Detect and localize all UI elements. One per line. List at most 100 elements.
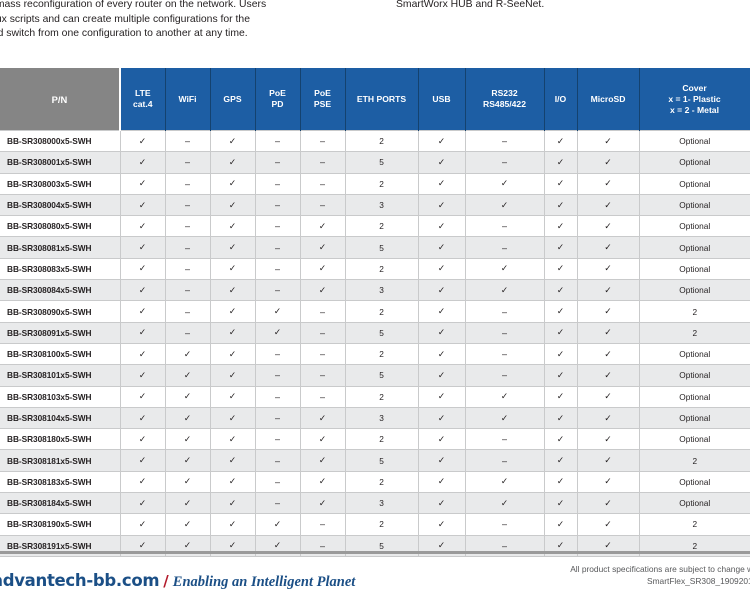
cell-rs232-rs485: ✓: [464, 471, 544, 494]
cell-poe-pd: –: [254, 407, 300, 430]
cell-rs232-rs485: –: [464, 300, 544, 323]
cell-io: ✓: [543, 194, 577, 217]
check-icon: ✓: [138, 199, 147, 210]
cell-wifi: ✓: [164, 364, 210, 387]
cell-poe-pse: ✓: [299, 492, 345, 515]
cell-gps: ✓: [209, 492, 255, 515]
cell-poe-pse: –: [299, 173, 345, 195]
cell-value: Optional: [679, 498, 711, 509]
company-website-link[interactable]: w.advantech-bb.com: [0, 571, 160, 590]
cell-value: Optional: [679, 242, 711, 253]
disclaimer-block: All product specifications are subject t…: [342, 563, 750, 588]
table-header-row: P/N LTE cat.4 WiFi GPS PoE PD PoE PSE ET…: [0, 68, 750, 131]
cell-microsd: ✓: [576, 173, 639, 195]
cell-poe-pd: –: [254, 279, 300, 302]
cell-value: 2: [692, 540, 698, 551]
cell-wifi: –: [164, 151, 210, 174]
cell-poe-pse: ✓: [299, 449, 345, 472]
table-row: BB-SR308081x5-SWH ✓ – ✓ – ✓ 5 ✓ – ✓ ✓ Optional: [0, 236, 750, 259]
check-icon: ✓: [138, 156, 147, 167]
brand-lockup: w.advantech-bb.com/Enabling an Intellige…: [0, 571, 355, 591]
cell-part-number: BB-SR308183x5-SWH: [0, 471, 120, 494]
table-row: BB-SR308090x5-SWH ✓ – ✓ ✓ – 2 ✓ – ✓ ✓ 2: [0, 300, 750, 323]
dash-icon: –: [274, 391, 280, 402]
cell-eth-ports: 5: [344, 151, 418, 174]
cell-lte: ✓: [119, 236, 165, 259]
check-icon: ✓: [138, 391, 147, 402]
table-row: BB-SR308080x5-SWH ✓ – ✓ – ✓ 2 ✓ – ✓ ✓ Optional: [0, 215, 750, 238]
cell-part-number: BB-SR308080x5-SWH: [0, 215, 120, 238]
cell-gps: ✓: [209, 129, 255, 153]
check-icon: ✓: [556, 199, 565, 210]
cell-poe-pse: –: [299, 513, 345, 536]
dash-icon: –: [274, 200, 280, 211]
check-icon: ✓: [138, 327, 147, 338]
check-icon: ✓: [228, 540, 237, 551]
check-icon: ✓: [604, 348, 612, 359]
cell-rs232-rs485: –: [464, 364, 544, 387]
check-icon: ✓: [318, 433, 327, 444]
column-header-usb: USB: [417, 68, 466, 131]
cell-wifi: –: [164, 300, 210, 323]
check-icon: ✓: [604, 135, 612, 146]
dash-icon: –: [501, 519, 507, 530]
column-header-line: PD: [271, 99, 284, 109]
cell-value: 3: [379, 413, 384, 423]
check-icon: ✓: [437, 476, 446, 487]
cell-io: ✓: [543, 471, 577, 494]
cell-usb: ✓: [417, 279, 465, 302]
cell-wifi: –: [164, 215, 210, 238]
cell-microsd: ✓: [576, 300, 639, 323]
cell-poe-pd: ✓: [254, 300, 300, 323]
cell-value: 5: [379, 157, 384, 168]
disclaimer-line: All product specifications are subject t…: [570, 564, 750, 574]
cell-part-number: BB-SR308103x5-SWH: [0, 386, 120, 408]
check-icon: ✓: [318, 455, 327, 466]
cell-cover: Optional: [638, 428, 750, 451]
check-icon: ✓: [228, 518, 237, 529]
check-icon: ✓: [604, 433, 612, 444]
cell-value: 2: [692, 455, 698, 466]
check-icon: ✓: [556, 284, 565, 295]
cell-poe-pse: ✓: [299, 471, 345, 494]
check-icon: ✓: [500, 263, 509, 274]
cell-value: Optional: [679, 178, 711, 189]
cell-value: 2: [379, 349, 384, 360]
cell-io: ✓: [543, 279, 577, 302]
cell-gps: ✓: [209, 386, 255, 408]
cell-value: Optional: [679, 476, 711, 487]
cell-lte: ✓: [119, 471, 165, 494]
column-header-eth-ports: ETH PORTS: [344, 68, 419, 131]
cell-microsd: ✓: [576, 407, 639, 430]
cell-value: Optional: [679, 136, 711, 147]
cell-cover: 2: [638, 322, 750, 344]
column-header-line: MicroSD: [590, 93, 626, 104]
column-header-line: RS232: [491, 88, 518, 98]
check-icon: ✓: [556, 369, 565, 380]
check-icon: ✓: [604, 455, 612, 466]
check-icon: ✓: [437, 242, 446, 253]
column-header-wifi: WiFi: [164, 68, 211, 131]
table-row: BB-SR308180x5-SWH ✓ ✓ ✓ – ✓ 2 ✓ – ✓ ✓ Optional: [0, 428, 750, 451]
cell-usb: ✓: [417, 471, 465, 494]
cell-lte: ✓: [119, 364, 165, 387]
cell-value: 5: [379, 327, 384, 338]
check-icon: ✓: [228, 242, 237, 253]
cell-wifi: –: [164, 279, 210, 302]
table-row: BB-SR308184x5-SWH ✓ ✓ ✓ – ✓ 3 ✓ ✓ ✓ ✓ Optional: [0, 492, 750, 515]
intro-line: taneous mass reconfiguration of every ro…: [0, 0, 267, 10]
cell-cover: Optional: [638, 407, 750, 430]
dash-icon: –: [319, 540, 325, 551]
cell-value: Optional: [679, 263, 711, 274]
check-icon: ✓: [138, 497, 147, 508]
check-icon: ✓: [228, 284, 237, 295]
cell-gps: ✓: [209, 300, 255, 323]
cell-value: 3: [379, 498, 384, 509]
column-header-line: USB: [432, 93, 451, 104]
cell-lte: ✓: [119, 343, 165, 366]
cell-value: Optional: [679, 349, 711, 360]
cell-rs232-rs485: –: [464, 129, 544, 153]
column-header-lte: LTE cat.4: [119, 68, 166, 131]
cell-poe-pse: –: [299, 364, 345, 387]
check-icon: ✓: [604, 263, 612, 274]
